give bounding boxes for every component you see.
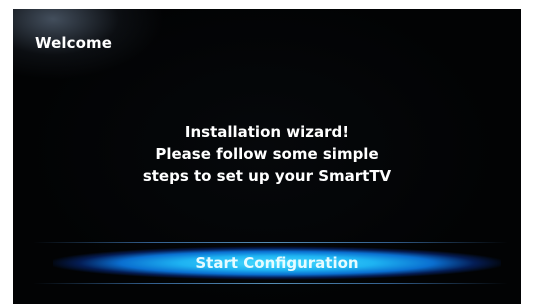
tv-screen: Welcome Installation wizard! Please foll…: [13, 9, 521, 304]
start-configuration-button[interactable]: Start Configuration: [53, 245, 501, 281]
message-line-2: Please follow some simple: [155, 145, 379, 163]
welcome-message: Installation wizard! Please follow some …: [13, 121, 521, 187]
message-line-1: Installation wizard!: [184, 123, 350, 141]
button-glow-bottom-divider: [33, 283, 508, 284]
button-glow-top-divider: [33, 242, 508, 243]
window-title: Welcome: [35, 34, 113, 52]
message-line-3: steps to set up your SmartTV: [142, 167, 392, 185]
